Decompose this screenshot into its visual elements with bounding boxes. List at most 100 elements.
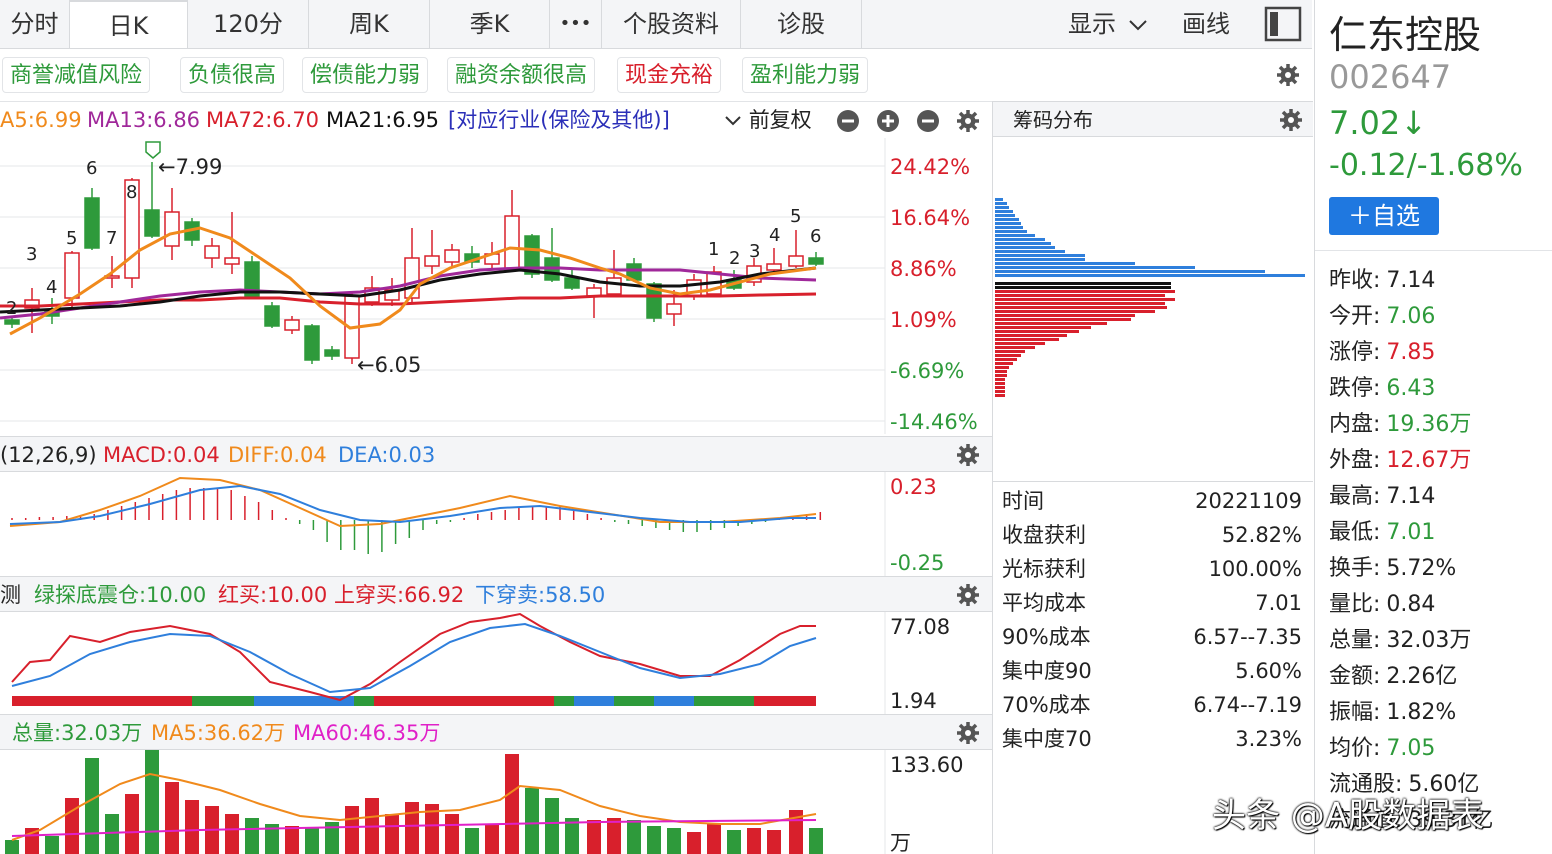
- count-label: 3: [749, 241, 760, 262]
- quote-label: 今开:: [1329, 304, 1381, 329]
- gear-icon[interactable]: [956, 721, 980, 745]
- indicator-band: [192, 696, 254, 706]
- volume-bar: [727, 830, 741, 854]
- chip-bar: [995, 366, 1009, 369]
- gear-icon[interactable]: [956, 583, 980, 607]
- volume-chart[interactable]: 133.60 万: [0, 750, 992, 854]
- adjust-dropdown[interactable]: 前复权: [724, 102, 812, 138]
- candle-body: [766, 263, 782, 271]
- more-tabs-button[interactable]: •••: [550, 0, 602, 48]
- tab-fenshi[interactable]: 分时: [0, 0, 70, 48]
- volume-bar: [647, 826, 661, 854]
- quote-label: 振幅:: [1329, 700, 1381, 725]
- tab-season-k[interactable]: 季K: [430, 0, 550, 48]
- candle-body: [808, 257, 824, 265]
- kline-axis-label: 24.42%: [890, 155, 970, 179]
- gear-icon[interactable]: [1276, 63, 1300, 87]
- chip-bar: [995, 218, 1019, 221]
- minus-icon[interactable]: [916, 109, 940, 133]
- tab-120min[interactable]: 120分: [188, 0, 309, 48]
- tab-week-k[interactable]: 周K: [309, 0, 430, 48]
- quote-value: 1.82%: [1386, 700, 1457, 725]
- chip-distribution-chart[interactable]: [993, 196, 1313, 506]
- chip-bar: [995, 274, 1305, 277]
- quote-value: 7.14: [1386, 484, 1436, 509]
- tab-stock-profile[interactable]: 个股资料: [602, 0, 741, 48]
- macd-params: (12,26,9): [0, 443, 97, 467]
- candle-body: [666, 303, 682, 315]
- indicator-band: [354, 696, 374, 706]
- indicator-band: [754, 696, 816, 706]
- candle-body: [304, 325, 320, 361]
- indicator-value-c: 上穿买:66.92: [334, 583, 465, 607]
- count-label: 5: [790, 206, 801, 227]
- count-label: 6: [810, 226, 821, 247]
- candle-body: [224, 257, 240, 265]
- indicator-line-b: [11, 622, 817, 694]
- kline-chart[interactable]: 24.42% 16.64% 8.86% 1.09% -6.69% -14.46%…: [0, 138, 992, 434]
- industry-link[interactable]: [对应行业(保险及其他)]: [448, 102, 670, 138]
- volume-bar: [485, 824, 499, 854]
- quote-label: 昨收:: [1329, 268, 1381, 293]
- chip-bar: [995, 394, 1005, 397]
- gear-icon[interactable]: [1279, 108, 1303, 132]
- tag-0[interactable]: 商誉减值风险: [2, 57, 151, 93]
- tab-diagnose[interactable]: 诊股: [741, 0, 862, 48]
- volume-bar: [185, 800, 199, 854]
- volume-bar: [445, 814, 459, 854]
- candle-body: [788, 255, 804, 267]
- low-price-mark: ←6.05: [357, 353, 421, 377]
- quote-row: 量比: 0.84: [1329, 586, 1435, 618]
- indicator-chart[interactable]: 77.08 1.94: [0, 612, 992, 714]
- gear-icon[interactable]: [956, 443, 980, 467]
- quote-row: 振幅: 1.82%: [1329, 694, 1456, 726]
- candle-body: [564, 277, 580, 289]
- volume-bar: [145, 750, 159, 854]
- volume-bar: [105, 814, 119, 854]
- stock-code: 002647: [1329, 58, 1452, 96]
- draw-line-button[interactable]: 画线: [1182, 0, 1230, 48]
- chip-bar: [995, 250, 1065, 253]
- tag-5[interactable]: 盈利能力弱: [742, 57, 869, 93]
- tab-day-k[interactable]: 日K: [70, 0, 188, 48]
- candle-body: [424, 255, 440, 267]
- chip-bar: [995, 290, 1175, 293]
- quote-row: 最低: 7.01: [1329, 514, 1435, 546]
- tag-1[interactable]: 负债很高: [180, 57, 285, 93]
- quote-row: 换手: 5.72%: [1329, 550, 1456, 582]
- display-dropdown[interactable]: 显示: [1068, 0, 1148, 48]
- macd-chart[interactable]: 0.23 -0.25: [0, 472, 992, 576]
- chip-bar: [995, 210, 1013, 213]
- count-label: 4: [769, 225, 780, 246]
- chip-bar: [995, 370, 1007, 373]
- add-watchlist-button[interactable]: ＋自选: [1329, 197, 1439, 235]
- quote-label: 金额:: [1329, 664, 1381, 689]
- indicator-band: [12, 696, 192, 706]
- kline-axis-label: 8.86%: [890, 257, 957, 281]
- quote-value: 7.14: [1386, 268, 1436, 293]
- panel-toggle-icon[interactable]: [1264, 6, 1302, 42]
- candle-body: [64, 252, 80, 299]
- candle-body: [144, 209, 160, 237]
- chip-row: 光标获利 100.00%: [1002, 557, 1302, 581]
- ma5-value: A5:6.99: [0, 108, 82, 132]
- volume-bar: [285, 826, 299, 854]
- volume-bar: [607, 818, 621, 854]
- candle-body: [4, 319, 20, 325]
- count-label: 3: [26, 244, 37, 265]
- indicator-band: [554, 696, 574, 706]
- volume-ma60: MA60:46.35万: [293, 721, 441, 745]
- volume-bar: [65, 798, 79, 854]
- tag-4[interactable]: 现金充裕: [617, 57, 722, 93]
- indicator-value-b: 红买:10.00: [218, 583, 328, 607]
- stock-price: 7.02↓: [1329, 104, 1428, 142]
- gear-icon[interactable]: [956, 109, 980, 133]
- tag-2[interactable]: 偿债能力弱: [302, 57, 429, 93]
- volume-bar: [525, 788, 539, 854]
- tag-3[interactable]: 融资余额很高: [447, 57, 596, 93]
- minus-icon[interactable]: [836, 109, 860, 133]
- chip-row: 时间 20221109: [1002, 489, 1302, 513]
- plus-icon[interactable]: [876, 109, 900, 133]
- chip-bar: [995, 238, 1045, 241]
- chip-bar: [995, 386, 1005, 389]
